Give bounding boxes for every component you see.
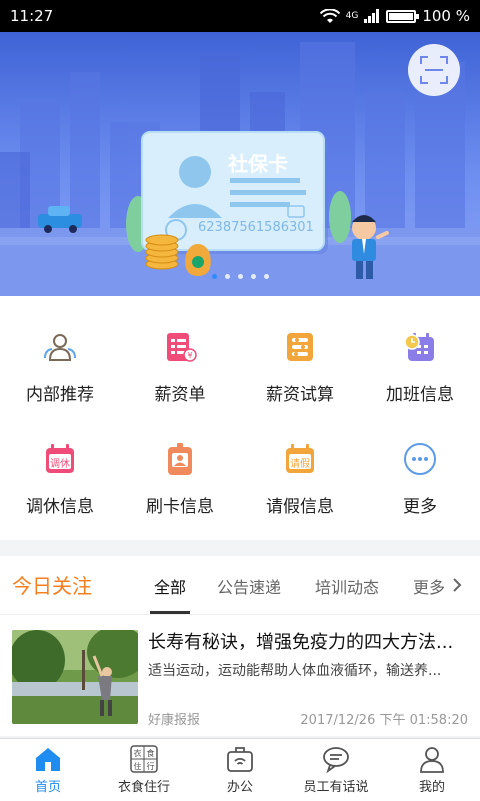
- chevron-right-icon[interactable]: [452, 577, 462, 593]
- nav-item[interactable]: 办公: [192, 739, 288, 801]
- battery-level: 100 %: [422, 7, 470, 25]
- carousel-dot[interactable]: [250, 274, 256, 279]
- carousel-dot[interactable]: [263, 274, 269, 279]
- menu-item-label: 薪资单: [154, 385, 206, 405]
- card-title: 社保卡: [228, 152, 288, 176]
- nav-item[interactable]: 首页: [0, 739, 96, 801]
- svg-text:行: 行: [147, 761, 155, 771]
- today-tabs: 今日关注 全部 公告速递 培训动态 更多: [0, 556, 480, 615]
- svg-text:食: 食: [147, 748, 155, 758]
- status-time: 11:27: [10, 7, 54, 25]
- badge-card-icon: [163, 442, 197, 476]
- menu-item-label: 刷卡信息: [146, 497, 214, 517]
- menu-item-label: 内部推荐: [26, 385, 94, 405]
- menu-item[interactable]: 调休 调休信息: [0, 408, 120, 520]
- nav-item-label: 我的: [418, 780, 445, 795]
- lifestyle-icon: 衣食住行: [130, 745, 158, 773]
- svg-text:住: 住: [134, 761, 142, 771]
- nav-item[interactable]: 衣食住行衣食住行: [96, 739, 192, 801]
- carousel-dot[interactable]: [224, 274, 230, 279]
- scan-icon: [420, 56, 448, 84]
- nav-item-label: 办公: [226, 780, 253, 795]
- today-title: 今日关注: [12, 574, 92, 598]
- article-item[interactable]: 长寿有秘诀，增强免疫力的四大方法... 适当运动，运动能帮助人体血液循环，输送养…: [0, 614, 480, 734]
- carousel-indicator: [0, 274, 480, 279]
- people-icon: [43, 330, 77, 364]
- menu-item[interactable]: 更多: [360, 408, 480, 520]
- tab-all[interactable]: 全部: [154, 574, 186, 598]
- menu-item[interactable]: 薪资试算: [240, 296, 360, 408]
- scan-button[interactable]: [408, 44, 460, 96]
- more-icon: [403, 442, 437, 476]
- menu-item-label: 请假信息: [266, 497, 334, 517]
- status-bar: 11:27 4G 100 %: [0, 0, 480, 32]
- abacus-icon: [283, 330, 317, 364]
- home-icon: [34, 745, 62, 773]
- carousel-dot[interactable]: [237, 274, 243, 279]
- today-section: 今日关注 全部 公告速递 培训动态 更多 长寿有秘诀，增强免疫力的四大方法...…: [0, 556, 480, 736]
- carousel-dot[interactable]: [211, 274, 217, 279]
- profile-icon: [418, 745, 446, 773]
- article-summary: 适当运动，运动能帮助人体血液循环，输送养...: [148, 663, 442, 679]
- wifi-icon: [319, 8, 340, 23]
- tab-announcements[interactable]: 公告速递: [217, 574, 281, 598]
- bottom-nav: 首页衣食住行衣食住行 办公 员工有话说 我的: [0, 738, 480, 801]
- promo-banner[interactable]: 社保卡 62387561586301: [0, 32, 480, 296]
- quick-menu: 内部推荐 ¥ 薪资单 薪资试算 加班信息 调休 调休信息 刷卡信息 请假 请假信息 更多: [0, 296, 480, 540]
- nav-item[interactable]: 员工有话说: [288, 739, 384, 801]
- tab-training[interactable]: 培训动态: [315, 574, 379, 598]
- menu-item[interactable]: 内部推荐: [0, 296, 120, 408]
- svg-text:¥: ¥: [187, 351, 192, 360]
- leave-calendar-icon: 请假: [283, 442, 317, 476]
- overtime-calendar-icon: [403, 330, 437, 364]
- chat-bubble-icon: [322, 745, 350, 774]
- icon-badge-text: 调休: [50, 459, 70, 470]
- office-bag-icon: [226, 745, 254, 773]
- menu-item[interactable]: 请假 请假信息: [240, 408, 360, 520]
- article-time: 2017/12/26 下午 01:58:20: [300, 713, 468, 728]
- menu-item-label: 加班信息: [386, 385, 454, 405]
- tab-more[interactable]: 更多: [413, 574, 445, 598]
- network-type: 4G: [345, 11, 359, 21]
- nav-item[interactable]: 我的: [384, 739, 480, 801]
- article-title: 长寿有秘诀，增强免疫力的四大方法...: [148, 632, 454, 653]
- leave-swap-calendar-icon: 调休: [43, 442, 77, 476]
- battery-icon: [386, 9, 420, 23]
- signal-icon: [364, 9, 380, 23]
- nav-item-label: 衣食住行: [117, 780, 170, 795]
- article-thumbnail: [12, 630, 138, 724]
- card-number: 62387561586301: [198, 220, 314, 235]
- icon-badge-text: 请假: [290, 459, 310, 470]
- menu-item[interactable]: 加班信息: [360, 296, 480, 408]
- menu-item[interactable]: 刷卡信息: [120, 408, 240, 520]
- nav-item-label: 首页: [34, 780, 61, 795]
- menu-item[interactable]: ¥ 薪资单: [120, 296, 240, 408]
- menu-item-label: 薪资试算: [266, 385, 334, 405]
- menu-item-label: 调休信息: [26, 497, 94, 517]
- article-source: 好康报报: [148, 713, 201, 728]
- menu-item-label: 更多: [403, 497, 437, 517]
- payslip-icon: ¥: [163, 330, 197, 364]
- svg-text:衣: 衣: [134, 748, 142, 758]
- status-icons: 4G 100 %: [319, 7, 470, 25]
- nav-item-label: 员工有话说: [303, 780, 369, 795]
